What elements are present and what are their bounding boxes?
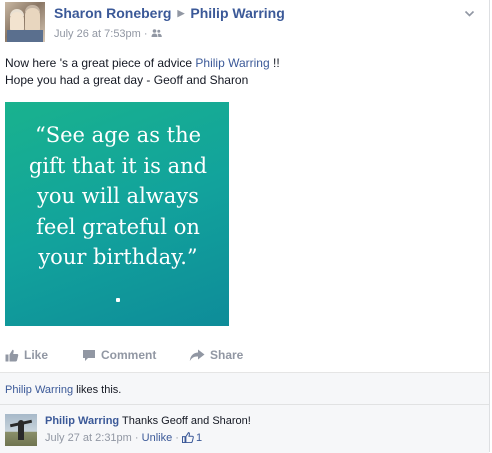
message-text: Now here 's a great piece of advice — [5, 56, 196, 70]
friends-icon[interactable] — [151, 29, 162, 37]
post-timestamp[interactable]: July 26 at 7:53pm — [54, 28, 141, 40]
author-name-link[interactable]: Sharon Roneberg — [54, 5, 171, 21]
like-count-value: 1 — [196, 432, 203, 444]
likes-text: Philip Warring likes this. — [5, 384, 121, 396]
quote-dot — [116, 298, 120, 302]
post-actions: Like Comment Share — [0, 340, 488, 370]
share-label: Share — [210, 348, 244, 362]
news-feed-post: Sharon Roneberg ▶ Philip Warring July 26 a… — [0, 0, 490, 453]
message-text: !! — [269, 56, 280, 70]
target-name-link[interactable]: Philip Warring — [190, 5, 284, 21]
message-line-1: Now here 's a great piece of advice Phil… — [5, 55, 475, 72]
post-message: Now here 's a great piece of advice Phil… — [5, 55, 475, 89]
comment-icon — [83, 350, 95, 361]
comment-button[interactable]: Comment — [82, 348, 156, 362]
commenter-avatar[interactable] — [5, 414, 37, 446]
liker-name-link[interactable]: Philip Warring — [5, 384, 73, 396]
avatar-figure — [18, 420, 24, 440]
avatar-shirt — [7, 30, 43, 42]
comment-like-count[interactable]: 1 — [182, 432, 202, 444]
meta-separator: · — [175, 432, 179, 444]
comment-meta: July 27 at 2:31pm · Unlike · 1 — [45, 432, 202, 444]
likes-suffix: likes this. — [73, 384, 122, 396]
author-avatar[interactable] — [5, 2, 45, 42]
thumbs-up-icon — [182, 432, 194, 444]
meta-separator: · — [143, 28, 148, 40]
meta-separator: · — [134, 432, 139, 444]
quote-image[interactable]: “See age as the gift that it is and you … — [5, 102, 229, 326]
avatar-face — [10, 12, 24, 32]
commenter-name-link[interactable]: Philip Warring — [45, 415, 119, 427]
like-button[interactable]: Like — [5, 348, 48, 362]
message-line-2: Hope you had a great day - Geoff and Sha… — [5, 73, 249, 87]
unlike-link[interactable]: Unlike — [142, 432, 173, 444]
arrow-right-icon: ▶ — [177, 8, 185, 18]
quote-text: “See age as the gift that it is and you … — [28, 123, 208, 269]
comment-timestamp[interactable]: July 27 at 2:31pm — [45, 432, 132, 444]
like-label: Like — [24, 348, 49, 362]
comment-item: Philip Warring Thanks Geoff and Sharon! … — [0, 404, 489, 453]
thumbs-up-icon — [5, 349, 19, 362]
chevron-down-icon[interactable] — [464, 8, 475, 19]
likes-summary: Philip Warring likes this. — [0, 372, 489, 405]
comment-label: Comment — [101, 348, 157, 362]
avatar-face — [25, 8, 40, 32]
comment-text: Thanks Geoff and Sharon! — [119, 415, 251, 427]
comment-body: Philip Warring Thanks Geoff and Sharon! — [45, 415, 251, 427]
post-header: Sharon Roneberg ▶ Philip Warring July 26 a… — [5, 2, 485, 44]
post-authors: Sharon Roneberg ▶ Philip Warring — [54, 5, 285, 21]
share-button[interactable]: Share — [189, 348, 243, 362]
mention-link[interactable]: Philip Warring — [195, 56, 269, 70]
post-meta: July 26 at 7:53pm · — [54, 28, 162, 40]
share-arrow-icon — [189, 349, 205, 361]
